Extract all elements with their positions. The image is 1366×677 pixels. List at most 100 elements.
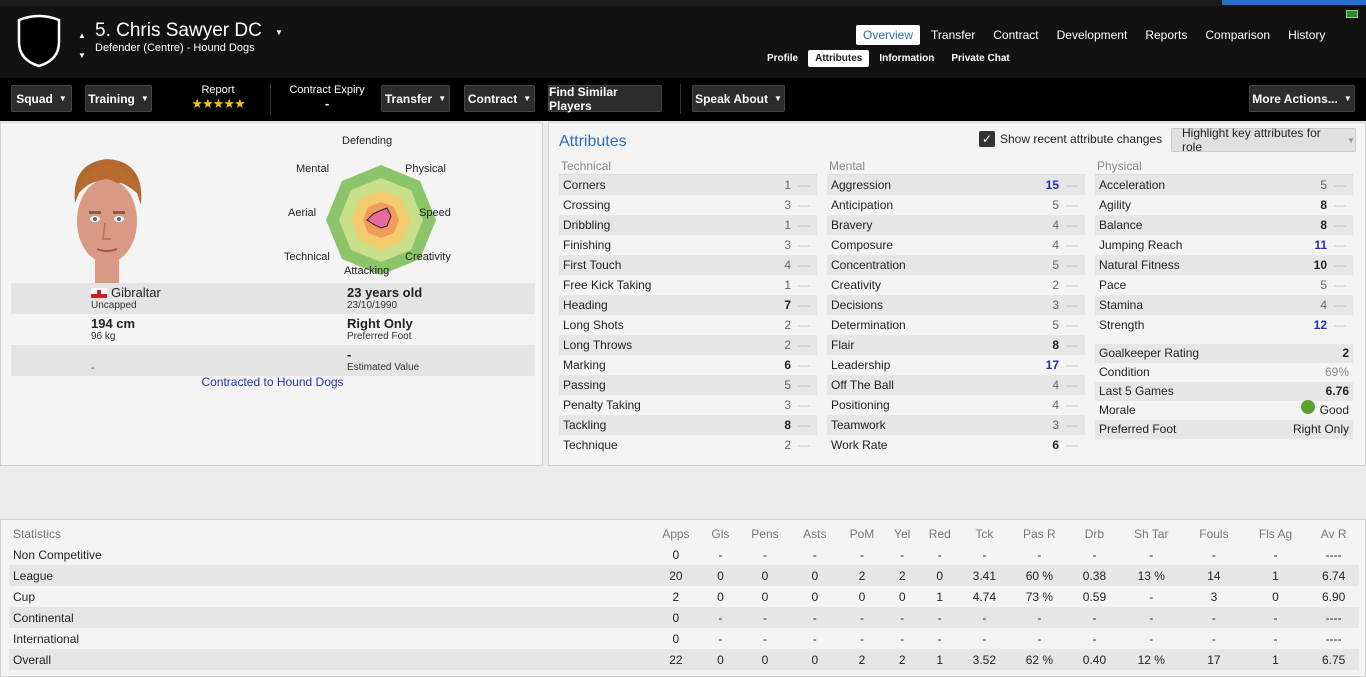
column-header-pas-r[interactable]: Pas R	[1007, 524, 1071, 544]
attribute-row-concentration[interactable]: Concentration 5 —	[827, 255, 1085, 275]
column-header-gls[interactable]: Gls	[703, 524, 738, 544]
attribute-row-first-touch[interactable]: First Touch 4 —	[559, 255, 817, 275]
attribute-row-penalty-taking[interactable]: Penalty Taking 3 —	[559, 395, 817, 415]
tab-comparison[interactable]: Comparison	[1198, 25, 1277, 45]
tab-overview[interactable]: Overview	[856, 25, 921, 45]
speak-about-button[interactable]: Speak About ▼	[692, 85, 785, 112]
attribute-row-creativity[interactable]: Creativity 2 —	[827, 275, 1085, 295]
column-header-fouls[interactable]: Fouls	[1185, 524, 1243, 544]
column-header-tck[interactable]: Tck	[961, 524, 1007, 544]
attribute-row-agility[interactable]: Agility 8 —	[1095, 195, 1353, 215]
tab-development[interactable]: Development	[1050, 25, 1135, 45]
attribute-row-positioning[interactable]: Positioning 4 —	[827, 395, 1085, 415]
stats-row-overall[interactable]: Overall 22 0 0 0 2 2 1 3.52 62 % 0.40 12 % 17 1 6.75	[9, 649, 1359, 670]
attribute-name: Strength	[1099, 318, 1145, 332]
stats-row-league[interactable]: League 20 0 0 0 2 2 0 3.41 60 % 0.38 13 % 14 1 6.74	[9, 565, 1359, 586]
contract-status-link[interactable]: Contracted to Hound Dogs	[1, 375, 544, 389]
column-header-sh-tar[interactable]: Sh Tar	[1117, 524, 1185, 544]
attribute-row-heading[interactable]: Heading 7 —	[559, 295, 817, 315]
attribute-row-stamina[interactable]: Stamina 4 —	[1095, 295, 1353, 315]
attribute-row-bravery[interactable]: Bravery 4 —	[827, 215, 1085, 235]
column-header-yel[interactable]: Yel	[886, 524, 918, 544]
divider	[270, 84, 271, 114]
column-header-drb[interactable]: Drb	[1072, 524, 1118, 544]
column-header-red[interactable]: Red	[918, 524, 961, 544]
player-nav-arrows-icon[interactable]: ▲ ▼	[78, 26, 88, 66]
column-header-asts[interactable]: Asts	[792, 524, 838, 544]
column-header-pom[interactable]: PoM	[838, 524, 887, 544]
attribute-row-long-throws[interactable]: Long Throws 2 —	[559, 335, 817, 355]
attribute-row-jumping-reach[interactable]: Jumping Reach 11 —	[1095, 235, 1353, 255]
squad-button[interactable]: Squad ▼	[11, 85, 72, 112]
show-changes-checkbox[interactable]: ✓ Show recent attribute changes	[979, 131, 1162, 147]
attribute-row-determination[interactable]: Determination 5 —	[827, 315, 1085, 335]
attribute-name: Anticipation	[831, 198, 894, 212]
nationality[interactable]: Gibraltar	[91, 285, 161, 300]
subtab-attributes[interactable]: Attributes	[808, 50, 870, 67]
attribute-row-marking[interactable]: Marking 6 —	[559, 355, 817, 375]
attribute-row-decisions[interactable]: Decisions 3 —	[827, 295, 1085, 315]
column-header-pens[interactable]: Pens	[738, 524, 792, 544]
attribute-row-composure[interactable]: Composure 4 —	[827, 235, 1085, 255]
stats-cell: 2	[672, 589, 680, 604]
attribute-row-long-shots[interactable]: Long Shots 2 —	[559, 315, 817, 335]
tab-contract[interactable]: Contract	[986, 25, 1045, 45]
stats-row-continental[interactable]: Continental 0- - - - - - - - - - - - ----	[9, 607, 1359, 628]
summary-row-last-5-games: Last 5 Games 6.76	[1095, 382, 1353, 401]
stats-cell: -	[1117, 607, 1186, 628]
attribute-row-free-kick-taking[interactable]: Free Kick Taking 1 —	[559, 275, 817, 295]
tab-transfer[interactable]: Transfer	[924, 25, 982, 45]
attribute-value: 8	[784, 418, 791, 432]
stats-row-non-competitive[interactable]: Non Competitive 0- - - - - - - - - - - - ----	[9, 544, 1359, 565]
transfer-button[interactable]: Transfer ▼	[381, 85, 450, 112]
attribute-row-acceleration[interactable]: Acceleration 5 —	[1095, 175, 1353, 195]
attribute-row-work-rate[interactable]: Work Rate 6 —	[827, 435, 1085, 455]
attribute-row-technique[interactable]: Technique 2 —	[559, 435, 817, 455]
attribute-row-natural-fitness[interactable]: Natural Fitness 10 —	[1095, 255, 1353, 275]
stats-row-international[interactable]: International 0- - - - - - - - - - - - ----	[9, 628, 1359, 649]
attribute-row-corners[interactable]: Corners 1 —	[559, 175, 817, 195]
training-button[interactable]: Training ▼	[85, 85, 152, 112]
tab-history[interactable]: History	[1281, 25, 1332, 45]
column-header-fls-ag[interactable]: Fls Ag	[1243, 524, 1309, 544]
attribute-row-aggression[interactable]: Aggression 15 —	[827, 175, 1085, 195]
column-header-apps[interactable]: Apps	[649, 524, 703, 544]
preferred-foot-label: Preferred Foot	[347, 331, 412, 342]
attribute-row-passing[interactable]: Passing 5 —	[559, 375, 817, 395]
player-menu-chevron-icon[interactable]: ▼	[275, 28, 283, 37]
contract-button[interactable]: Contract ▼	[464, 85, 535, 112]
subtab-private-chat[interactable]: Private Chat	[944, 50, 1016, 67]
attribute-value: 4	[1052, 378, 1059, 392]
attribute-row-off-the-ball[interactable]: Off The Ball 4 —	[827, 375, 1085, 395]
no-change-icon: —	[1334, 318, 1346, 332]
attribute-row-finishing[interactable]: Finishing 3 —	[559, 235, 817, 255]
column-header-statistics[interactable]: Statistics	[9, 524, 649, 544]
attribute-row-flair[interactable]: Flair 8 —	[827, 335, 1085, 355]
stats-cell: 3.41	[961, 565, 1008, 586]
subtab-profile[interactable]: Profile	[760, 50, 805, 67]
notification-icon[interactable]	[1346, 10, 1358, 18]
action-toolbar: Squad ▼ Training ▼ Report ★★★★★ Contract E…	[0, 78, 1366, 121]
attribute-value: 3	[784, 398, 791, 412]
more-actions-button[interactable]: More Actions... ▼	[1249, 85, 1355, 112]
attribute-row-anticipation[interactable]: Anticipation 5 —	[827, 195, 1085, 215]
stats-row-cup[interactable]: Cup 2 0 0 0 0 0 1 4.74 73 % 0.59 - 3 0 6.90	[9, 586, 1359, 607]
subtab-information[interactable]: Information	[872, 50, 941, 67]
report-summary[interactable]: Report ★★★★★	[178, 84, 258, 112]
attribute-row-dribbling[interactable]: Dribbling 1 —	[559, 215, 817, 235]
find-similar-players-button[interactable]: Find Similar Players	[548, 85, 662, 113]
attribute-row-pace[interactable]: Pace 5 —	[1095, 275, 1353, 295]
tab-reports[interactable]: Reports	[1138, 25, 1194, 45]
highlight-role-dropdown[interactable]: Highlight key attributes for role ▼	[1171, 126, 1356, 154]
column-header-av-r[interactable]: Av R	[1308, 524, 1359, 544]
attribute-row-balance[interactable]: Balance 8 —	[1095, 215, 1353, 235]
chevron-down-icon: ▼	[140, 94, 149, 103]
attribute-value: 8	[1052, 338, 1059, 352]
attribute-row-tackling[interactable]: Tackling 8 —	[559, 415, 817, 435]
attribute-row-teamwork[interactable]: Teamwork 3 —	[827, 415, 1085, 435]
attribute-name: Finishing	[563, 238, 612, 252]
attribute-row-strength[interactable]: Strength 12 —	[1095, 315, 1353, 335]
stats-cell: 73 %	[1025, 589, 1054, 604]
attribute-row-leadership[interactable]: Leadership 17 —	[827, 355, 1085, 375]
attribute-row-crossing[interactable]: Crossing 3 —	[559, 195, 817, 215]
